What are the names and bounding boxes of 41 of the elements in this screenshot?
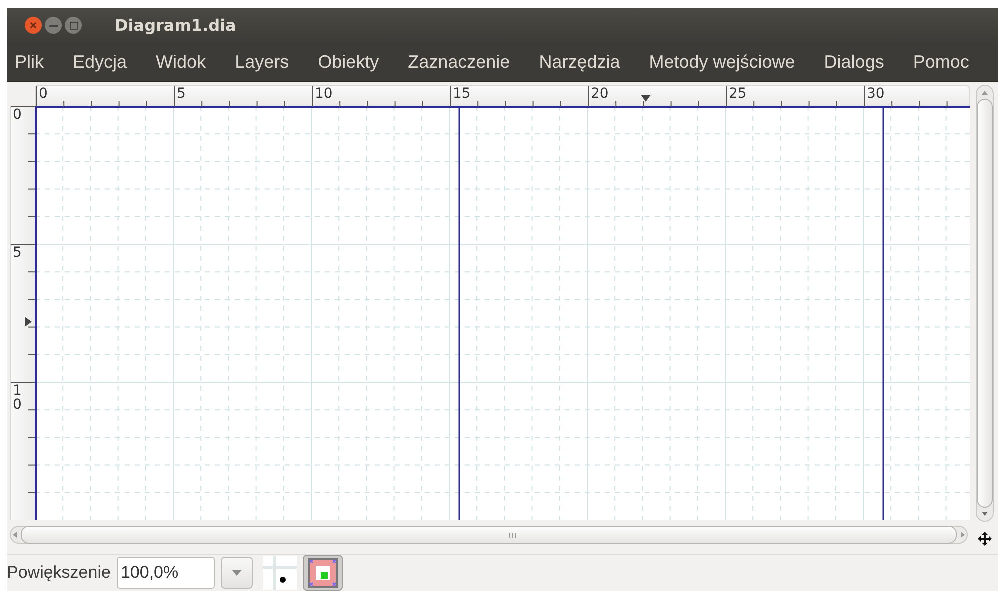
ruler-label: 0 <box>13 108 22 122</box>
grip-icon <box>509 532 516 538</box>
scrollbar-thumb[interactable] <box>977 99 993 508</box>
ruler-label: 25 <box>729 86 747 103</box>
move-icon[interactable] <box>978 532 992 546</box>
menu-item[interactable]: Narzędzia <box>525 52 636 73</box>
ruler-label: 10 <box>13 384 22 412</box>
ruler-label: 30 <box>867 86 885 103</box>
menu-item[interactable]: Widok <box>142 52 222 73</box>
menu-item[interactable]: Obiekty <box>304 52 394 73</box>
pointer-marker-icon <box>25 317 32 327</box>
snap-to-grid-icon[interactable] <box>262 556 297 590</box>
ruler-label: 20 <box>591 86 609 103</box>
minimize-button[interactable] <box>45 17 62 34</box>
window-title: Diagram1.dia <box>115 16 236 36</box>
ruler-label: 5 <box>13 246 22 260</box>
ruler-label: 0 <box>39 86 48 103</box>
menu-item[interactable]: Metody wejściowe <box>635 52 810 73</box>
menu-item[interactable]: Edycja <box>59 52 142 73</box>
ruler-label: 15 <box>453 86 471 103</box>
menu-item[interactable]: Layers <box>221 52 304 73</box>
diagram-canvas[interactable] <box>35 106 970 520</box>
menu-item[interactable]: Pomoc <box>899 52 984 73</box>
vertical-scrollbar[interactable] <box>976 85 994 522</box>
caret-icon <box>232 570 242 576</box>
object-snap-icon <box>308 558 338 588</box>
menu-item[interactable]: Dialogs <box>810 52 900 73</box>
zoom-dropdown-button[interactable] <box>220 557 253 589</box>
zoom-field[interactable]: 100,0% <box>116 557 215 589</box>
zoom-label: Powiększenie <box>7 563 111 583</box>
down-arrow-icon[interactable] <box>980 510 990 518</box>
toggle-button[interactable] <box>302 555 343 591</box>
menu-item[interactable]: Zaznaczenie <box>394 52 526 73</box>
up-arrow-icon[interactable] <box>980 89 990 97</box>
close-button[interactable] <box>25 17 42 34</box>
ruler-label: 5 <box>177 86 186 103</box>
close-icon <box>30 22 37 30</box>
ruler-label: 10 <box>315 86 333 103</box>
pointer-marker-icon <box>641 95 651 102</box>
menu-item[interactable]: Plik <box>11 52 60 73</box>
maximize-button[interactable] <box>65 17 82 34</box>
